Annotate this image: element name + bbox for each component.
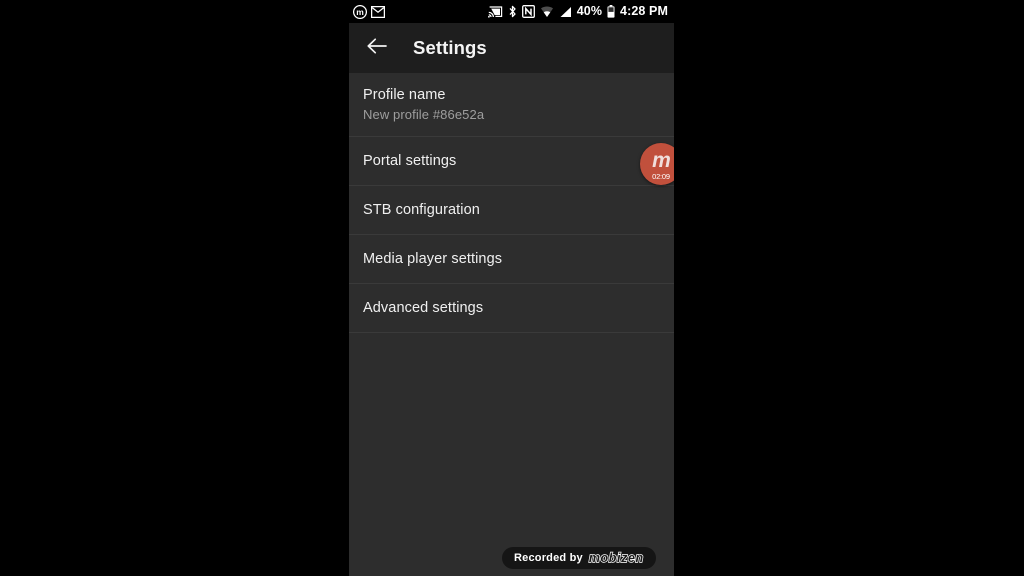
- screen-recording-frame: m 40% 4:28 PM Settings Profile name New …: [0, 0, 1024, 576]
- status-bar-clock: 4:28 PM: [620, 4, 668, 19]
- cellular-signal-icon: [559, 6, 572, 18]
- mobizen-recording-icon: m: [353, 4, 367, 19]
- settings-item-portal-settings[interactable]: Portal settings: [349, 137, 674, 186]
- phone-screen: m 40% 4:28 PM Settings Profile name New …: [349, 0, 674, 576]
- battery-icon: [607, 5, 615, 18]
- mobizen-brand-logo: mobizen: [588, 550, 644, 565]
- battery-percent-label: 40%: [576, 4, 603, 19]
- settings-list: Profile name New profile #86e52a Portal …: [349, 73, 674, 333]
- list-item-title: Profile name: [363, 87, 446, 104]
- arrow-left-icon: [366, 37, 388, 60]
- page-title: Settings: [413, 37, 487, 58]
- settings-item-profile-name[interactable]: Profile name New profile #86e52a: [349, 73, 674, 137]
- recorded-by-watermark: Recorded by mobizen: [502, 547, 656, 569]
- mobizen-logo-letter: m: [652, 148, 671, 172]
- settings-item-stb-configuration[interactable]: STB configuration: [349, 186, 674, 235]
- list-item-subtitle: New profile #86e52a: [363, 107, 485, 123]
- bluetooth-icon: [508, 5, 517, 18]
- back-button[interactable]: [362, 33, 392, 63]
- list-item-title: Portal settings: [363, 153, 457, 170]
- status-bar-right-icons: 40% 4:28 PM: [487, 4, 668, 19]
- recording-timer: 02:09: [652, 171, 670, 181]
- list-item-title: Media player settings: [363, 251, 503, 268]
- status-bar-left-icons: m: [353, 4, 385, 19]
- settings-item-media-player-settings[interactable]: Media player settings: [349, 235, 674, 284]
- nfc-icon: [521, 5, 535, 18]
- app-toolbar: Settings: [349, 23, 674, 73]
- gmail-icon: [371, 5, 385, 18]
- cast-icon: [487, 5, 503, 18]
- list-item-title: Advanced settings: [363, 300, 484, 317]
- watermark-prefix-label: Recorded by: [514, 552, 583, 564]
- list-item-title: STB configuration: [363, 202, 480, 219]
- mobizen-floating-record-button[interactable]: m 02:09: [640, 143, 674, 185]
- settings-item-advanced-settings[interactable]: Advanced settings: [349, 284, 674, 333]
- wifi-icon: [540, 6, 554, 18]
- svg-text:m: m: [356, 7, 364, 17]
- status-bar: m 40% 4:28 PM: [349, 0, 674, 23]
